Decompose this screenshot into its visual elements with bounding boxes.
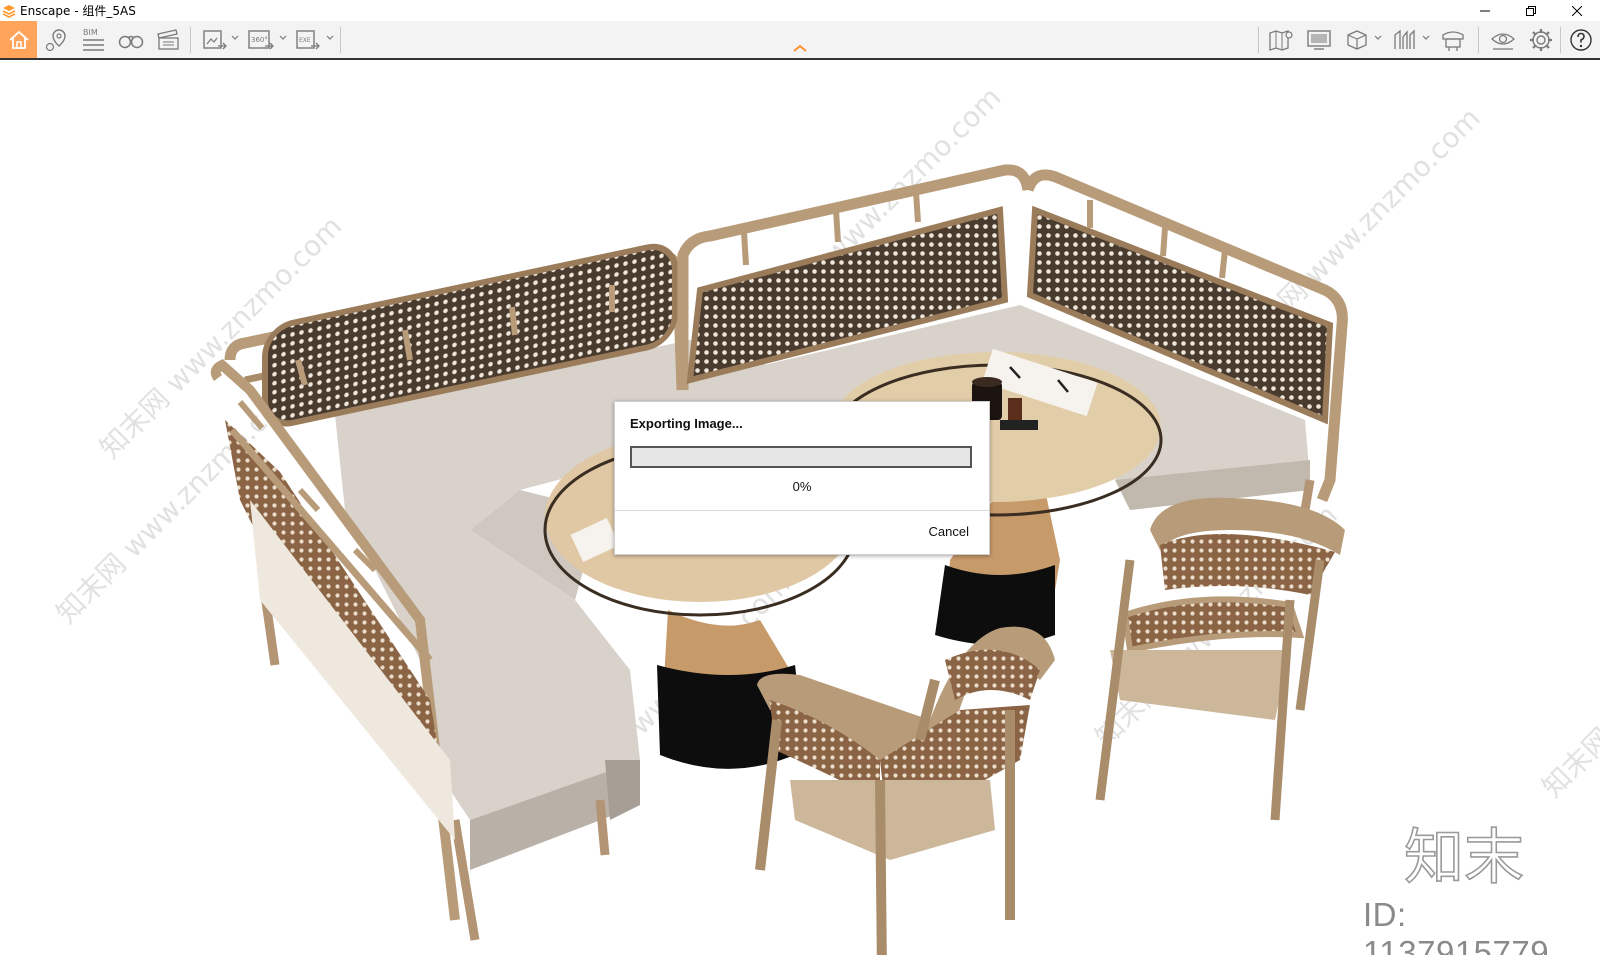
watermark-id: ID: 1137915779 bbox=[1363, 896, 1550, 955]
toolbar-separator bbox=[190, 27, 191, 53]
export-image-button[interactable] bbox=[198, 23, 232, 57]
asset-library-button[interactable] bbox=[1436, 23, 1470, 57]
svg-text:BIM: BIM bbox=[83, 28, 98, 37]
settings-icon bbox=[1530, 29, 1552, 51]
location-button[interactable] bbox=[40, 23, 74, 57]
home-button[interactable] bbox=[0, 21, 37, 58]
collapse-toolbar-icon[interactable] bbox=[791, 43, 809, 53]
views-button[interactable] bbox=[114, 23, 148, 57]
help-button[interactable] bbox=[1564, 23, 1598, 57]
export-exe-button[interactable]: EXE bbox=[292, 23, 326, 57]
cube-button[interactable] bbox=[1340, 23, 1374, 57]
close-button[interactable] bbox=[1554, 0, 1600, 21]
visibility-button[interactable] bbox=[1486, 23, 1520, 57]
svg-text:知末网 www.znzmo.com: 知末网 www.znzmo.com bbox=[1536, 549, 1600, 804]
chevron-down-icon[interactable] bbox=[1373, 33, 1383, 43]
location-pin-icon bbox=[45, 29, 66, 52]
title-bar: Enscape - 组件_5AS bbox=[0, 0, 1600, 21]
toolbar-separator bbox=[1478, 27, 1479, 53]
progress-bar bbox=[630, 446, 972, 468]
enscape-window: Enscape - 组件_5AS BIM 360° EXE 知末网 www.zn… bbox=[0, 0, 1600, 955]
bim-button[interactable]: BIM bbox=[76, 23, 110, 57]
video-editor-button[interactable] bbox=[151, 23, 185, 57]
binoculars-icon bbox=[118, 35, 144, 49]
chart-icon bbox=[1394, 29, 1415, 49]
close-icon bbox=[1572, 5, 1582, 16]
asset-library-icon bbox=[1442, 31, 1464, 51]
export-progress-dialog: Exporting Image... 0% Cancel bbox=[614, 401, 990, 555]
clapperboard-icon bbox=[157, 29, 179, 50]
chevron-down-icon[interactable] bbox=[230, 33, 240, 43]
export-panorama-icon: 360° bbox=[248, 30, 274, 50]
restore-icon bbox=[1526, 5, 1536, 16]
restore-button[interactable] bbox=[1508, 0, 1554, 21]
window-title: Enscape - 组件_5AS bbox=[20, 4, 136, 18]
toolbar-separator bbox=[1258, 27, 1259, 53]
svg-text:360°: 360° bbox=[251, 36, 268, 44]
main-toolbar: BIM 360° EXE bbox=[0, 21, 1600, 60]
minimize-icon bbox=[1480, 10, 1490, 11]
svg-text:知末: 知末 bbox=[1404, 823, 1524, 886]
monitor-button[interactable] bbox=[1302, 23, 1336, 57]
minimize-button[interactable] bbox=[1462, 0, 1508, 21]
settings-button[interactable] bbox=[1524, 23, 1558, 57]
home-icon bbox=[8, 30, 29, 49]
monitor-icon bbox=[1307, 30, 1331, 50]
watermark-logo: 知末 bbox=[1404, 822, 1525, 886]
map-button[interactable] bbox=[1264, 23, 1298, 57]
cube-icon bbox=[1347, 30, 1367, 50]
svg-text:EXE: EXE bbox=[299, 37, 311, 44]
export-exe-icon: EXE bbox=[296, 30, 320, 50]
export-panorama-button[interactable]: 360° bbox=[244, 23, 278, 57]
dialog-title: Exporting Image... bbox=[630, 416, 743, 431]
visibility-icon bbox=[1491, 33, 1515, 50]
help-icon bbox=[1570, 29, 1592, 51]
chevron-down-icon[interactable] bbox=[1421, 33, 1431, 43]
chevron-down-icon[interactable] bbox=[325, 33, 335, 43]
toolbar-separator bbox=[340, 27, 341, 53]
enscape-logo-icon bbox=[2, 4, 16, 18]
bim-icon: BIM bbox=[83, 28, 104, 51]
export-image-icon bbox=[203, 30, 227, 50]
chart-button[interactable] bbox=[1388, 23, 1422, 57]
cancel-button[interactable]: Cancel bbox=[921, 519, 977, 543]
toolbar-separator bbox=[1560, 27, 1561, 53]
dialog-divider bbox=[615, 510, 989, 511]
progress-percent: 0% bbox=[792, 479, 812, 494]
window-controls bbox=[1462, 0, 1600, 21]
chevron-down-icon[interactable] bbox=[278, 33, 288, 43]
map-icon bbox=[1269, 30, 1293, 51]
